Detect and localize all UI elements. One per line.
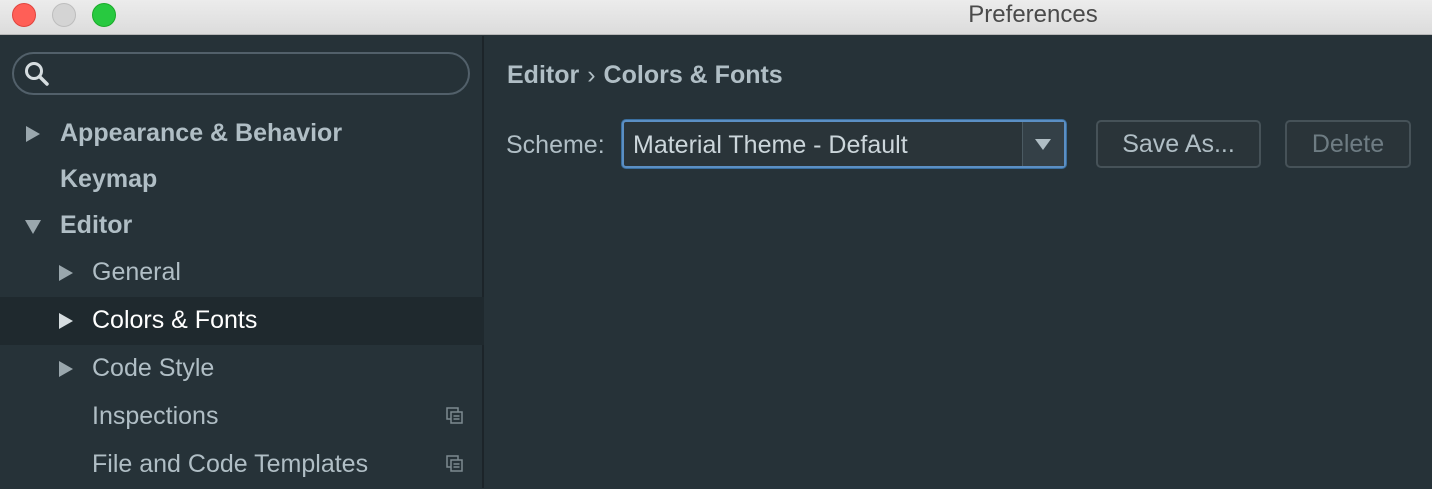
sidebar-item-colors-fonts[interactable]: Colors & Fonts xyxy=(0,297,484,345)
scheme-label: Scheme: xyxy=(506,131,605,159)
settings-sidebar: Appearance & Behavior Keymap Editor Gene… xyxy=(0,36,484,488)
breadcrumb: Editor › Colors & Fonts xyxy=(507,61,783,90)
breadcrumb-separator: › xyxy=(587,61,596,89)
expand-arrow-icon[interactable] xyxy=(59,361,73,377)
sidebar-item-label: Colors & Fonts xyxy=(92,306,258,334)
window-title: Preferences xyxy=(968,1,1098,28)
title-bar: Preferences xyxy=(0,0,1432,35)
settings-content-panel: Editor › Colors & Fonts Scheme: Material T… xyxy=(486,36,1432,488)
expand-arrow-icon[interactable] xyxy=(59,313,73,329)
collapse-arrow-icon[interactable] xyxy=(25,220,41,234)
sidebar-item-label: General xyxy=(92,258,181,286)
sidebar-item-appearance-behavior[interactable]: Appearance & Behavior xyxy=(0,110,484,158)
expand-arrow-icon[interactable] xyxy=(26,126,40,142)
sidebar-item-label: Editor xyxy=(60,211,133,239)
sidebar-item-label: Inspections xyxy=(92,402,219,430)
chevron-down-icon xyxy=(1035,139,1051,150)
breadcrumb-parent: Editor xyxy=(507,61,580,89)
sidebar-item-label: Appearance & Behavior xyxy=(60,119,343,147)
breadcrumb-current: Colors & Fonts xyxy=(603,61,783,89)
sidebar-item-file-code-templates[interactable]: File and Code Templates xyxy=(0,441,484,489)
sidebar-item-editor[interactable]: Editor xyxy=(0,202,484,250)
search-box[interactable] xyxy=(12,52,470,95)
search-input[interactable] xyxy=(56,58,456,90)
project-settings-icon xyxy=(446,407,463,424)
delete-button[interactable]: Delete xyxy=(1285,120,1411,168)
search-icon xyxy=(25,62,49,86)
scheme-dropdown[interactable]: Material Theme - Default xyxy=(622,120,1066,168)
sidebar-item-label: File and Code Templates xyxy=(92,450,369,478)
sidebar-item-general[interactable]: General xyxy=(0,249,484,297)
scheme-selected-value: Material Theme - Default xyxy=(633,131,908,159)
sidebar-item-label: Code Style xyxy=(92,354,215,382)
project-settings-icon xyxy=(446,455,463,472)
save-as-button[interactable]: Save As... xyxy=(1096,120,1261,168)
sidebar-item-label: Keymap xyxy=(60,165,158,193)
expand-arrow-icon[interactable] xyxy=(59,265,73,281)
sidebar-item-inspections[interactable]: Inspections xyxy=(0,393,484,441)
sidebar-item-code-style[interactable]: Code Style xyxy=(0,345,484,393)
dropdown-toggle[interactable] xyxy=(1022,122,1064,166)
sidebar-item-keymap[interactable]: Keymap xyxy=(0,156,484,204)
